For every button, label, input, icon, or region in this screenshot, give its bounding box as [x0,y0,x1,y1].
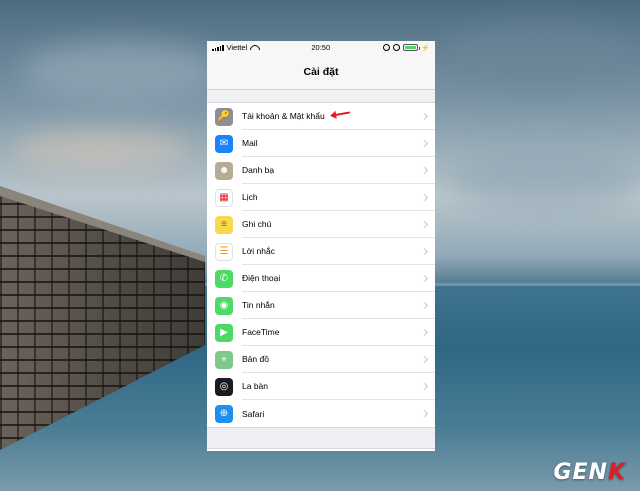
settings-row[interactable]: ☻ Danh bạ [207,157,435,184]
chevron-right-icon [420,355,429,363]
settings-row-label: Tin nhắn [242,300,275,310]
settings-row[interactable]: ◉ Tin nhắn [207,292,435,319]
settings-row[interactable]: ◎ La bàn [207,373,435,400]
alarm-icon [393,44,401,51]
settings-row[interactable]: 🔑 Tài khoản & Mật khẩu [207,103,435,130]
carrier-label: Viettel [226,43,248,52]
wifi-icon [250,45,258,51]
chevron-right-icon [420,166,429,174]
settings-row[interactable]: ♪Nhạc [207,449,435,451]
charging-icon: ⚡ [421,44,430,52]
settings-row[interactable]: ☰ Lời nhắc [207,238,435,265]
settings-row[interactable]: ✆ Điện thoại [207,265,435,292]
key-icon: 🔑 [215,107,233,126]
chevron-right-icon [420,301,429,309]
chevron-right-icon [420,274,429,282]
settings-list: 🔑 Tài khoản & Mật khẩu ✉ Mail ☻ Danh bạ ▦ Lịch ≡… [207,102,435,428]
chevron-right-icon [420,382,429,390]
signal-icon [212,44,224,51]
chevron-right-icon [420,112,429,120]
settings-row-label: Mail [242,138,258,148]
chevron-right-icon [420,247,429,255]
messages-icon: ◉ [215,296,233,315]
settings-row-label: Điện thoại [242,273,281,283]
background-cloud [20,40,220,100]
settings-row-label: Bản đồ [242,354,269,364]
reminders-icon: ☰ [215,242,233,261]
orientation-lock-icon [383,44,391,51]
phone-icon: ✆ [215,269,233,288]
settings-row[interactable]: ▶ FaceTime [207,319,435,346]
settings-row[interactable]: ▦ Lịch [207,184,435,211]
settings-list-secondary: ♪Nhạc [207,448,435,451]
settings-row-label: Lịch [242,192,258,202]
background-cloud [10,130,190,170]
facetime-icon: ▶ [215,323,233,342]
maps-icon: ⌖ [215,350,233,369]
safari-icon: ⊕ [215,404,233,423]
chevron-right-icon [420,139,429,147]
settings-row-label: FaceTime [242,327,280,337]
background-cloud [440,20,640,90]
background-cloud [450,150,640,210]
chevron-right-icon [420,220,429,228]
settings-row-label: Tài khoản & Mật khẩu [242,111,325,121]
calendar-icon: ▦ [215,188,233,207]
settings-row-label: Safari [242,408,265,419]
notes-icon: ≡ [215,215,233,234]
settings-row-label: Lời nhắc [242,246,275,256]
contacts-icon: ☻ [215,161,233,180]
chevron-right-icon [420,409,429,418]
battery-icon [403,44,421,51]
status-bar: Viettel 20:50 ⚡ [207,41,435,54]
settings-row[interactable]: ≡ Ghi chú [207,211,435,238]
compass-icon: ◎ [215,377,233,396]
settings-row[interactable]: ⌖ Bản đồ [207,346,435,373]
settings-row[interactable]: ✉ Mail [207,130,435,157]
chevron-right-icon [420,328,429,336]
mail-icon: ✉ [215,134,233,153]
chevron-right-icon [420,193,429,201]
settings-row-label: Danh bạ [242,165,275,175]
genk-watermark-logo: GENK [553,460,626,485]
page-title: Cài đặt [303,65,339,78]
status-time: 20:50 [311,43,331,52]
nav-bar: Cài đặt [207,54,435,90]
settings-row-label: La bàn [242,381,268,391]
settings-row[interactable]: ⊕ Safari [207,400,435,427]
settings-row-label: Ghi chú [242,219,272,229]
phone-screen: Viettel 20:50 ⚡ Cài đặt 🔑 Tài khoản & Mật… [207,41,435,451]
